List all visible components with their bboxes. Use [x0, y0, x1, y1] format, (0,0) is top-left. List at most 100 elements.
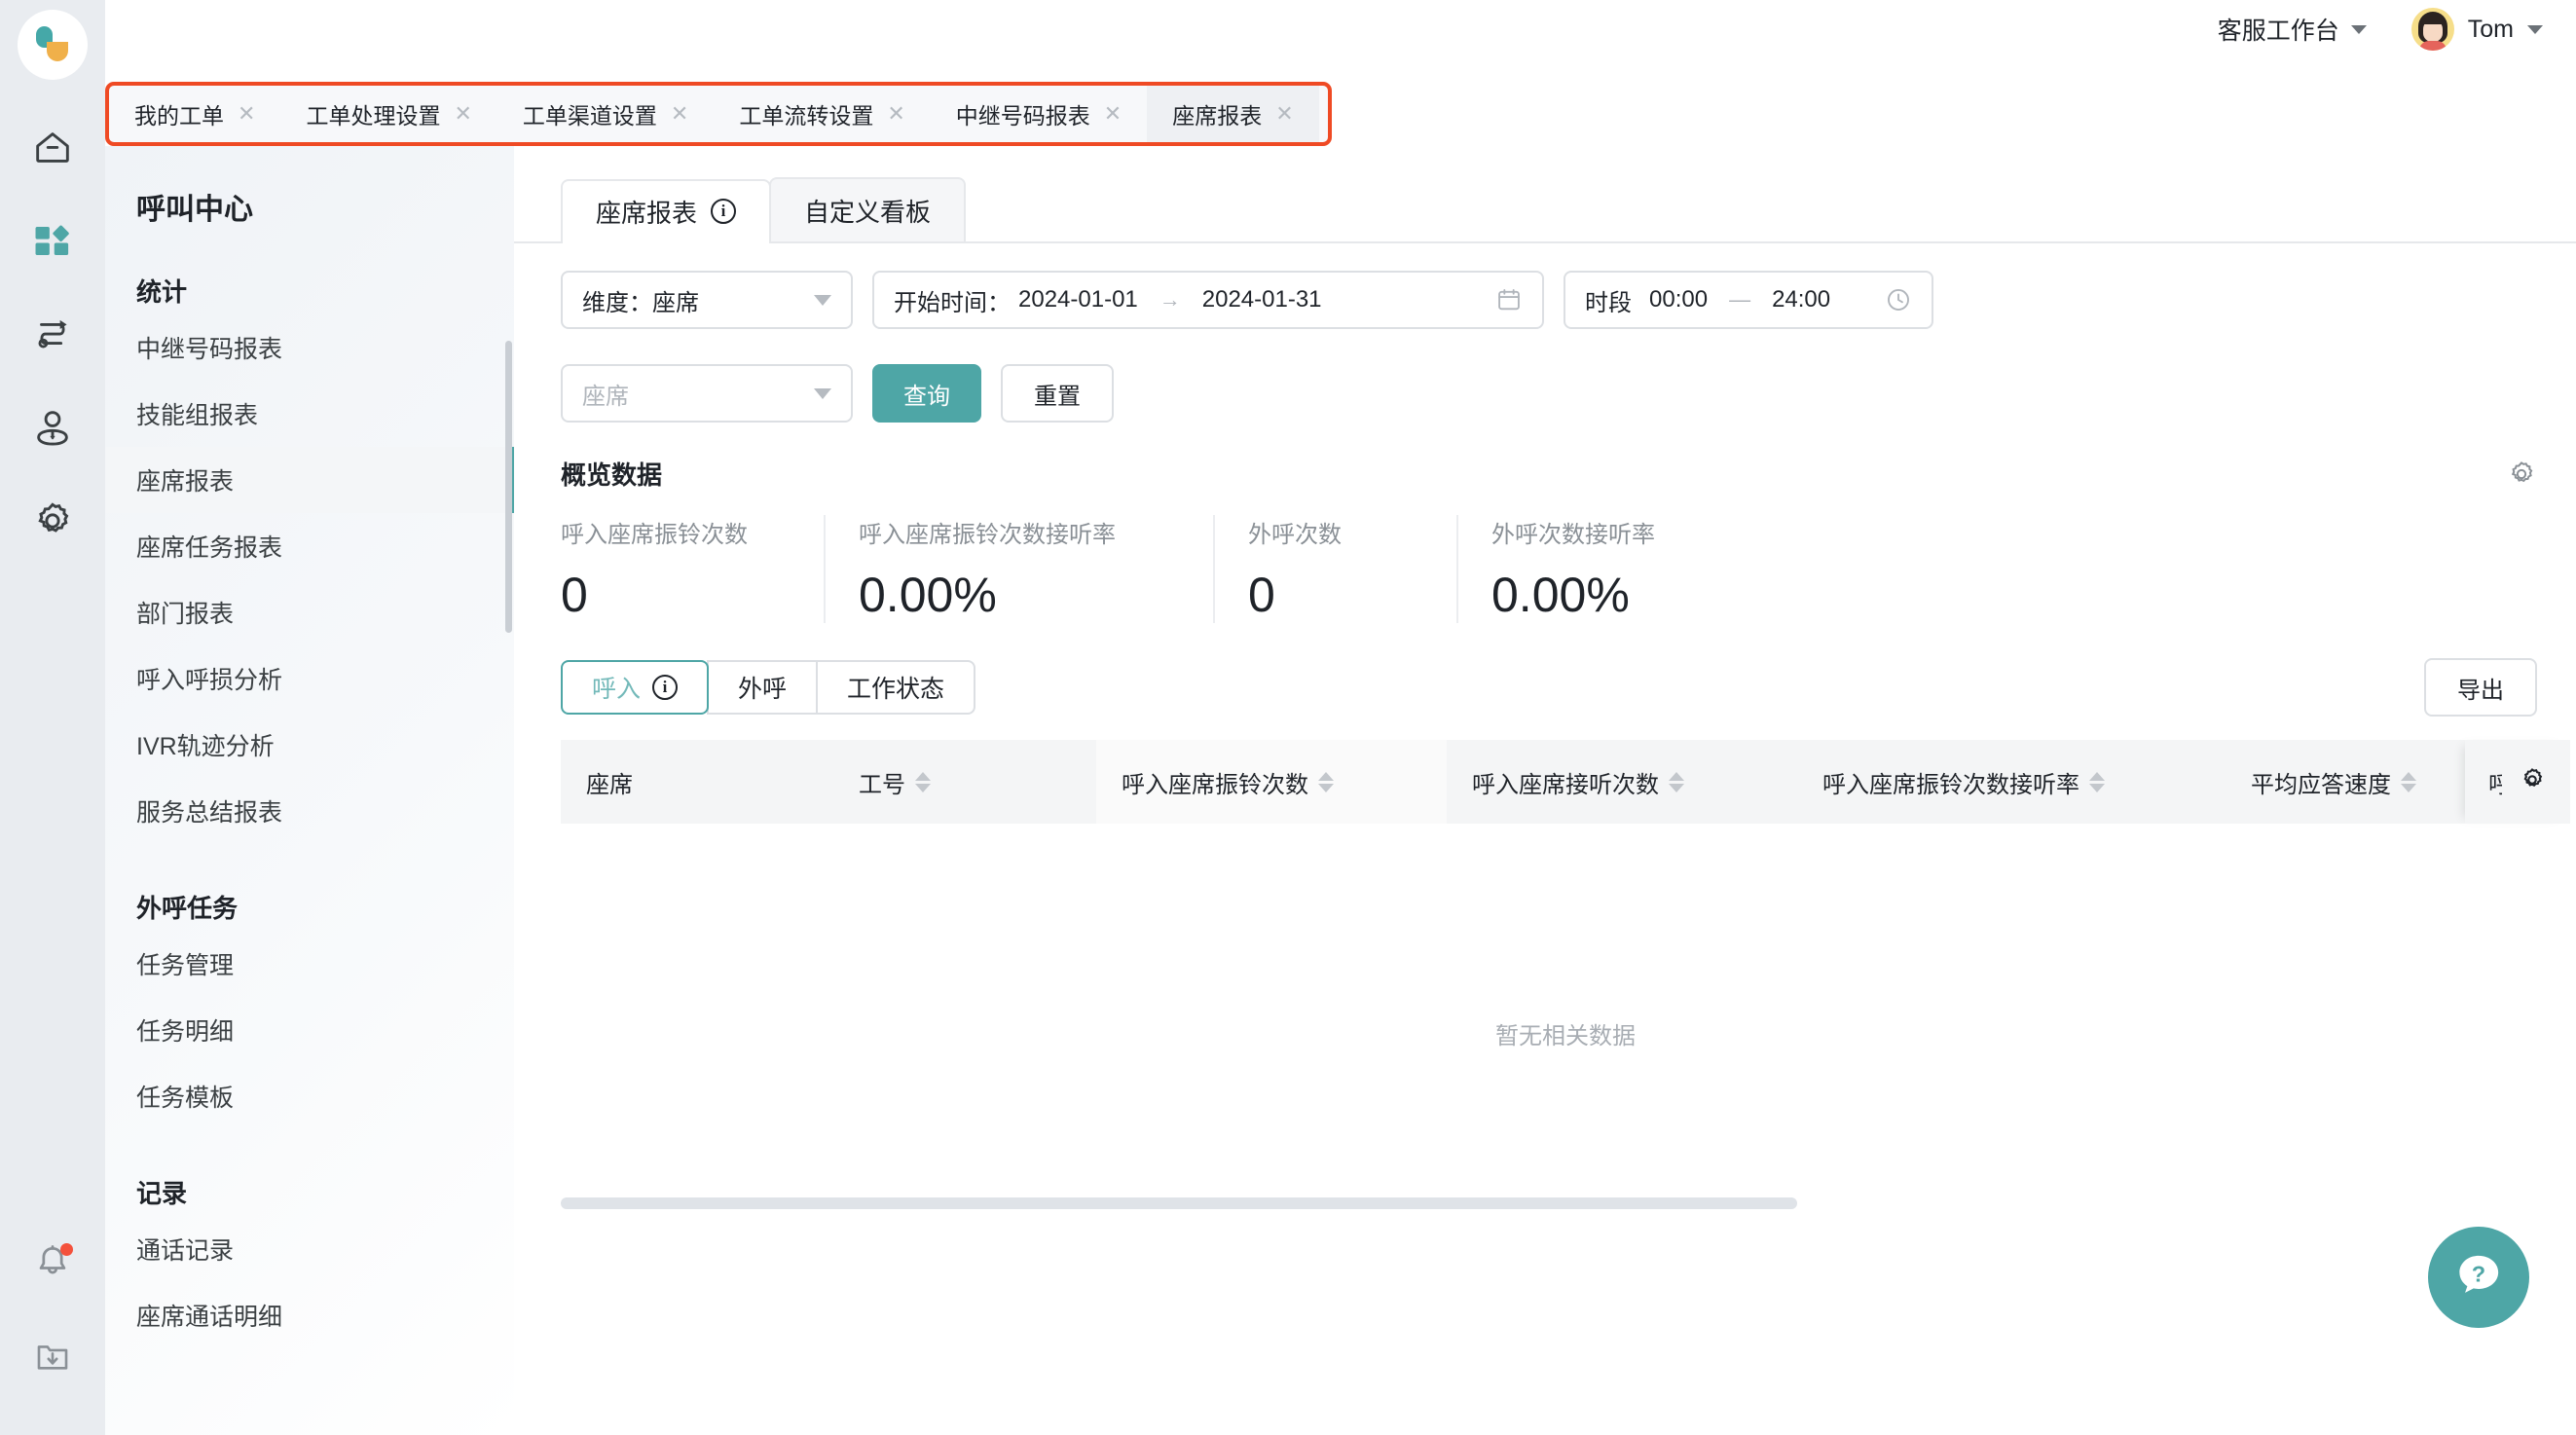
close-icon[interactable]: ✕: [887, 103, 904, 125]
rail-item-downloads[interactable]: [17, 1322, 89, 1394]
overview-header: 概览数据: [514, 423, 2576, 492]
user-menu[interactable]: Tom: [2410, 8, 2543, 51]
sidebar-item-ivr-trace-analysis[interactable]: IVR轨迹分析: [105, 712, 514, 778]
sidebar-item-label: 座席通话明细: [136, 1304, 283, 1331]
workbench-switcher[interactable]: 客服工作台: [2218, 12, 2367, 47]
sidebar-item-agent-task-report[interactable]: 座席任务报表: [105, 513, 514, 579]
sort-arrows-icon[interactable]: [1669, 771, 1684, 792]
info-icon[interactable]: i: [652, 675, 679, 700]
rail-item-agent[interactable]: [17, 393, 89, 465]
sort-arrows-icon[interactable]: [1318, 771, 1334, 792]
report-table: 座席 工号 呼入座席振铃次数 呼入座席接听次数 呼入座席振铃次数接听率 平均应答…: [514, 717, 2576, 1242]
sidebar-item-call-records[interactable]: 通话记录: [105, 1216, 514, 1282]
doc-tab-4[interactable]: 中继号码报表 ✕: [931, 86, 1147, 142]
scrollbar-thumb[interactable]: [561, 1197, 1797, 1209]
tab-agent-report[interactable]: 座席报表 i: [561, 179, 772, 243]
rail-item-home[interactable]: [17, 113, 89, 185]
export-button[interactable]: 导出: [2424, 658, 2537, 717]
rail-item-settings[interactable]: [17, 487, 89, 559]
clipped-column-label: 呼: [2488, 771, 2502, 798]
sidebar-group-title: 统计: [136, 277, 188, 307]
time-end-value: 24:00: [1772, 286, 1831, 313]
column-header-inbound-answer-count[interactable]: 呼入座席接听次数: [1447, 765, 1797, 799]
sidebar-item-agent-call-detail[interactable]: 座席通话明细: [105, 1282, 514, 1348]
query-button[interactable]: 查询: [872, 364, 981, 423]
app-logo[interactable]: [18, 10, 88, 80]
doc-tab-label: 我的工单: [134, 103, 224, 129]
chevron-down-icon: [2527, 24, 2543, 34]
column-label: 呼入座席接听次数: [1472, 771, 1659, 798]
rail-icon-list: [17, 113, 89, 580]
column-label: 平均应答速度: [2251, 771, 2391, 798]
column-header-inbound-answer-rate[interactable]: 呼入座席振铃次数接听率: [1797, 765, 2226, 799]
column-settings-gear-icon[interactable]: [2518, 765, 2547, 799]
sidebar-item-label: 中继号码报表: [136, 336, 283, 363]
doc-tab-1[interactable]: 工单处理设置 ✕: [280, 86, 497, 142]
doc-tab-label: 工单处理设置: [306, 103, 441, 129]
sidebar-item-task-detail[interactable]: 任务明细: [105, 997, 514, 1063]
gear-icon: [30, 498, 75, 548]
sort-arrows-icon[interactable]: [2089, 771, 2105, 792]
sidebar-item-inbound-loss-analysis[interactable]: 呼入呼损分析: [105, 645, 514, 712]
overview-card-label: 呼入座席振铃次数接听率: [859, 522, 1116, 548]
time-range-picker[interactable]: 时段 00:00 — 24:00: [1564, 271, 1933, 329]
column-header-inbound-ring-count[interactable]: 呼入座席振铃次数: [1096, 740, 1447, 824]
column-header-employee-id[interactable]: 工号: [833, 765, 1096, 799]
clock-icon[interactable]: [1885, 286, 1912, 313]
column-label: 呼入座席振铃次数接听率: [1822, 771, 2079, 798]
sidebar-item-label: 通话记录: [136, 1237, 235, 1265]
info-icon[interactable]: i: [711, 199, 737, 224]
rail-item-apps[interactable]: [17, 206, 89, 278]
close-icon[interactable]: ✕: [1104, 103, 1122, 125]
agent-placeholder: 座席: [582, 383, 629, 410]
doc-tab-3[interactable]: 工单流转设置 ✕: [714, 86, 930, 142]
page-tab-bar: 座席报表 i 自定义看板: [514, 146, 2576, 243]
table-horizontal-scrollbar[interactable]: [561, 1197, 2570, 1209]
tab-custom-dashboard[interactable]: 自定义看板: [769, 177, 967, 241]
close-icon[interactable]: ✕: [671, 103, 688, 125]
overview-settings-gear-icon[interactable]: [2506, 459, 2537, 490]
sidebar-item-agent-report[interactable]: 座席报表: [105, 447, 514, 513]
data-tab-work-status[interactable]: 工作状态: [816, 660, 976, 715]
help-button[interactable]: ?: [2428, 1227, 2529, 1328]
chevron-down-icon: [2350, 24, 2367, 34]
sidebar-item-label: 任务模板: [136, 1085, 235, 1112]
document-tab-strip: 我的工单 ✕ 工单处理设置 ✕ 工单渠道设置 ✕ 工单流转设置 ✕ 中继号码报表…: [105, 82, 1332, 146]
doc-tab-5[interactable]: 座席报表 ✕: [1147, 86, 1319, 142]
dimension-select[interactable]: 维度：座席: [561, 271, 853, 329]
data-tab-label: 工作状态: [847, 676, 945, 703]
sidebar-item-trunk-report[interactable]: 中继号码报表: [105, 314, 514, 381]
calendar-icon[interactable]: [1495, 286, 1523, 313]
close-icon[interactable]: ✕: [238, 103, 255, 125]
data-tab-outbound[interactable]: 外呼: [707, 660, 819, 715]
date-start-value: 2024-01-01: [1018, 286, 1138, 313]
sidebar-item-department-report[interactable]: 部门报表: [105, 579, 514, 645]
sidebar-item-service-summary-report[interactable]: 服务总结报表: [105, 778, 514, 844]
agent-select[interactable]: 座席: [561, 364, 853, 423]
sort-arrows-icon[interactable]: [2401, 771, 2416, 792]
sidebar-item-task-management[interactable]: 任务管理: [105, 931, 514, 997]
workflow-route-icon: [30, 312, 75, 361]
doc-tab-label: 工单渠道设置: [522, 103, 657, 129]
date-range-picker[interactable]: 开始时间： 2024-01-01 → 2024-01-31: [872, 271, 1544, 329]
sort-arrows-icon[interactable]: [915, 771, 931, 792]
reset-button[interactable]: 重置: [1001, 364, 1114, 423]
sidebar-item-skillgroup-report[interactable]: 技能组报表: [105, 381, 514, 447]
date-end-value: 2024-01-31: [1201, 286, 1322, 313]
column-label: 工号: [859, 771, 905, 798]
data-tab-label: 外呼: [738, 676, 788, 703]
doc-tab-2[interactable]: 工单渠道设置 ✕: [497, 86, 714, 142]
sidebar-scrollbar[interactable]: [505, 341, 512, 633]
data-tab-inbound[interactable]: 呼入 i: [561, 660, 710, 715]
column-header-agent[interactable]: 座席: [561, 765, 833, 799]
close-icon[interactable]: ✕: [454, 103, 471, 125]
doc-tab-0[interactable]: 我的工单 ✕: [109, 86, 280, 142]
sidebar-item-task-template[interactable]: 任务模板: [105, 1063, 514, 1129]
filter-bar: 维度：座席 开始时间： 2024-01-01 → 2024-01-31 时段 0…: [514, 243, 2576, 423]
overview-card: 呼入座席振铃次数接听率 0.00%: [824, 515, 1213, 623]
primary-icon-rail: [0, 0, 105, 1435]
rail-item-notifications[interactable]: [17, 1229, 89, 1301]
close-icon[interactable]: ✕: [1275, 103, 1293, 125]
data-tabs: 呼入 i 外呼 工作状态: [561, 660, 976, 715]
rail-item-workflow[interactable]: [17, 300, 89, 372]
